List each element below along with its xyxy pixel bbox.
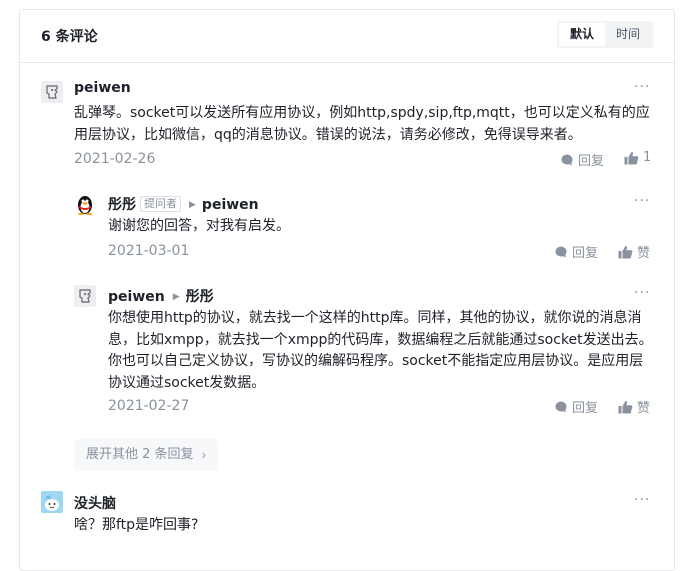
reply-to-username[interactable]: peiwen [202,197,259,213]
comments-header: 6 条评论 默认 时间 [20,10,674,63]
reply-header: peiwen ▶ 彤彤 [108,286,214,306]
more-options-icon[interactable]: ··· [634,193,650,209]
penguin-avatar-icon [78,196,92,215]
like-button[interactable]: 赞 [618,397,650,416]
reply-icon [555,246,567,257]
reply-username[interactable]: 彤彤 [108,197,136,213]
like-label: 赞 [637,246,651,261]
avatar[interactable] [74,285,96,307]
default-avatar-icon [41,81,63,103]
reply-arrow-icon: ▶ [172,292,180,302]
comment-count: 6 条评论 [41,29,98,45]
reply-arrow-icon: ▶ [189,200,196,210]
thumbs-up-icon [624,151,639,164]
reply-button[interactable]: 回复 [554,397,598,416]
like-count: 1 [643,150,652,165]
thumbs-up-icon [618,400,633,413]
more-options-icon[interactable]: ··· [634,79,650,95]
sort-default-button[interactable]: 默认 [558,23,605,46]
thumbs-up-icon [618,245,633,258]
expand-replies-button[interactable]: 展开其他 2 条回复 › [74,439,219,471]
comment-username[interactable]: 没头脑 [74,493,116,513]
comment-date: 2021-02-26 [74,151,156,167]
chevron-right-icon: › [201,448,207,462]
reply-icon [555,401,567,412]
reply-button[interactable]: 回复 [554,242,598,261]
reply-button[interactable]: 回复 [560,150,604,169]
avatar[interactable] [74,193,96,215]
expand-replies-label: 展开其他 2 条回复 [86,447,194,462]
comment-text: 啥？那ftp是咋回事? [74,517,199,533]
comment-text: 乱弹琴。socket可以发送所有应用协议，例如http,spdy,sip,ftp… [74,105,650,143]
asker-badge: 提问者 [140,196,181,212]
avatar[interactable] [41,491,63,513]
sort-toggle: 默认 时间 [556,21,653,48]
reply-text: 你想使用http的协议，就去找一个这样的http库。同样，其他的协议，就你说的消… [108,310,653,391]
reply-label: 回复 [578,154,605,169]
default-avatar-icon [74,285,96,307]
comment-username[interactable]: peiwen [74,80,131,96]
reply-date: 2021-03-01 [108,243,190,259]
reply-label: 回复 [572,246,599,261]
reply-label: 回复 [572,401,599,416]
more-options-icon[interactable]: ··· [634,285,650,301]
like-button[interactable]: 1 [624,150,651,165]
sort-time-button[interactable]: 时间 [605,23,651,46]
reply-to-username[interactable]: 彤彤 [186,289,214,305]
reply-header: 彤彤 提问者 ▶ peiwen [108,194,259,214]
more-options-icon[interactable]: ··· [634,492,650,508]
avatar[interactable] [41,81,63,103]
reply-text: 谢谢您的回答，对我有启发。 [108,218,290,234]
cartoon-avatar-icon [41,491,63,513]
reply-date: 2021-02-27 [108,398,190,414]
reply-icon [561,154,573,165]
like-button[interactable]: 赞 [618,242,650,261]
reply-username[interactable]: peiwen [108,289,165,305]
like-label: 赞 [637,401,651,416]
